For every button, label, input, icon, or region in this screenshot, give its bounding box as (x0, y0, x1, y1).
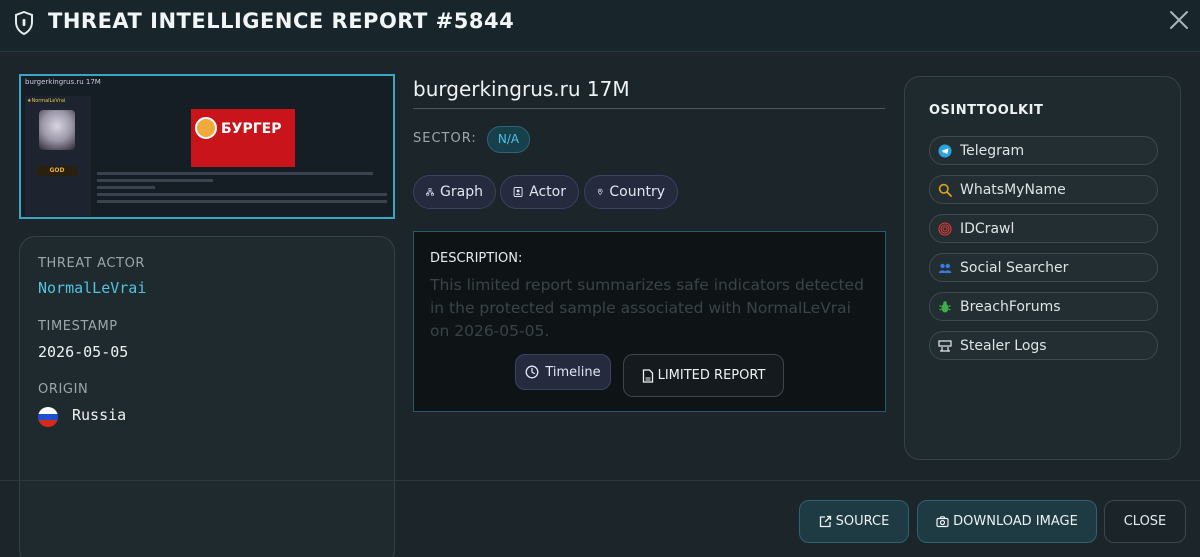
thumbnail-header: burgerkingrus.ru 17M (25, 78, 101, 86)
shield-icon (15, 11, 33, 35)
tool-stealer-logs[interactable]: Stealer Logs (929, 331, 1158, 360)
tool-telegram[interactable]: Telegram (929, 136, 1158, 165)
toolkit-title: OSINTTOOLKIT (929, 103, 1044, 118)
tool-idcrawl[interactable]: IDCrawl (929, 214, 1158, 243)
avatar (39, 110, 75, 150)
actor-button[interactable]: Actor (500, 175, 579, 209)
tool-social-searcher-label: Social Searcher (960, 259, 1069, 276)
country-button[interactable]: Country (584, 175, 678, 209)
thumbnail-banner: БУРГЕР (191, 109, 295, 167)
limited-report-button-label: LIMITED REPORT (657, 368, 766, 383)
tool-breachforums-label: BreachForums (960, 298, 1061, 315)
tool-social-searcher[interactable]: Social Searcher (929, 253, 1158, 282)
download-image-button-label: DOWNLOAD IMAGE (953, 514, 1078, 529)
timeline-button-label: Timeline (545, 364, 601, 380)
search-icon (938, 183, 952, 197)
flag-band-bottom (38, 420, 58, 427)
evidence-thumbnail[interactable]: burgerkingrus.ru 17M ★NormalLeVrai GOD Б… (19, 74, 395, 219)
location-pin-icon (597, 188, 603, 196)
tool-stealer-logs-label: Stealer Logs (960, 337, 1047, 354)
threat-info-card: THREAT ACTOR NormalLeVrai TIMESTAMP 2026… (19, 236, 395, 557)
origin-value: Russia (72, 406, 127, 424)
actor-icon (513, 187, 523, 197)
thumbnail-rank: GOD (37, 166, 77, 176)
tool-whatsmyname[interactable]: WhatsMyName (929, 175, 1158, 204)
description-label: DESCRIPTION: (430, 251, 523, 266)
thumbnail-text-lines (97, 172, 387, 207)
close-button-label: CLOSE (1123, 514, 1167, 529)
page-title: THREAT INTELLIGENCE REPORT #5844 (48, 9, 515, 33)
document-icon (642, 368, 653, 383)
title-bar: THREAT INTELLIGENCE REPORT #5844 (0, 0, 1200, 52)
sector-badge: N/A (487, 126, 530, 153)
burger-logo-icon (195, 117, 217, 139)
tool-breachforums[interactable]: BreachForums (929, 292, 1158, 321)
country-button-label: Country (609, 184, 665, 200)
tool-whatsmyname-label: WhatsMyName (960, 181, 1066, 198)
actor-button-label: Actor (529, 184, 566, 200)
thumbnail-username: ★NormalLeVrai (27, 98, 66, 104)
description-text: This limited report summarizes safe indi… (430, 276, 864, 340)
download-image-button[interactable]: DOWNLOAD IMAGE (917, 500, 1097, 543)
graph-button-label: Graph (440, 184, 483, 200)
external-link-icon (819, 515, 831, 528)
tool-idcrawl-label: IDCrawl (960, 220, 1015, 237)
sector-label: SECTOR: (413, 131, 477, 146)
telegram-icon (938, 144, 952, 157)
users-icon (938, 263, 952, 273)
description-panel: DESCRIPTION: This limited report summari… (413, 231, 886, 412)
terminal-icon (938, 339, 952, 352)
footer-divider (0, 480, 1200, 481)
tool-telegram-label: Telegram (960, 142, 1025, 159)
timestamp-label: TIMESTAMP (38, 319, 118, 334)
graph-button[interactable]: Graph (413, 175, 496, 209)
camera-icon (936, 516, 949, 528)
limited-report-button[interactable]: LIMITED REPORT (623, 354, 784, 397)
headline-divider (413, 108, 885, 109)
timestamp-value: 2026-05-05 (38, 343, 129, 361)
russia-flag-icon (38, 407, 58, 427)
clock-icon (525, 365, 539, 379)
report-headline: burgerkingrus.ru 17M (413, 77, 630, 101)
origin-label: ORIGIN (38, 382, 89, 397)
bug-icon (939, 300, 951, 312)
thumbnail-banner-text: БУРГЕР (221, 121, 282, 137)
flag-band-middle (38, 413, 58, 421)
graph-icon (426, 188, 434, 196)
threat-actor-label: THREAT ACTOR (38, 256, 146, 271)
flag-band-top (38, 407, 58, 414)
source-button-label: SOURCE (835, 514, 890, 529)
osint-toolkit-panel: OSINTTOOLKIT Telegram WhatsMyName IDCraw… (904, 76, 1181, 460)
threat-actor-value[interactable]: NormalLeVrai (38, 279, 146, 297)
close-button[interactable]: CLOSE (1104, 500, 1186, 543)
timeline-button[interactable]: Timeline (515, 354, 611, 390)
source-button[interactable]: SOURCE (799, 500, 909, 543)
close-icon[interactable] (1168, 9, 1190, 31)
fingerprint-icon (938, 221, 952, 236)
